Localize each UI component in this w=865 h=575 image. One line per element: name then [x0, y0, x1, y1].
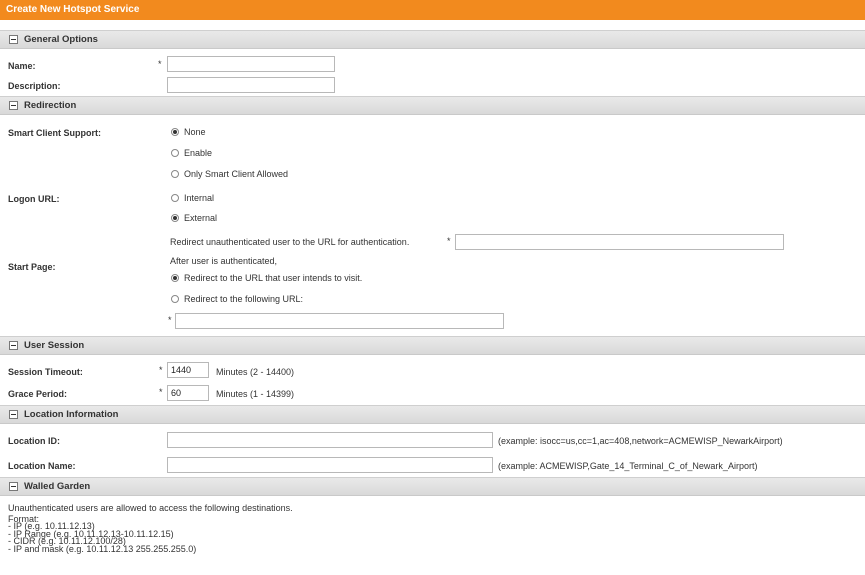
option-label: Internal: [184, 193, 215, 203]
radio-selected-icon[interactable]: [171, 128, 179, 136]
radio-icon[interactable]: [171, 295, 179, 303]
logon-url-option-internal[interactable]: Internal: [171, 193, 214, 203]
required-mark: *: [159, 365, 163, 375]
radio-icon[interactable]: [171, 149, 179, 157]
start-page-option-intended[interactable]: Redirect to the URL that user intends to…: [171, 273, 362, 283]
radio-icon[interactable]: [171, 194, 179, 202]
required-mark: *: [159, 387, 163, 397]
grace-period-label: Grace Period:: [8, 389, 68, 399]
section-title: Redirection: [24, 100, 77, 111]
required-mark: *: [447, 236, 451, 246]
smart-client-label: Smart Client Support:: [8, 128, 102, 138]
option-label: Enable: [184, 148, 213, 158]
smart-client-option-none[interactable]: None: [171, 127, 206, 137]
session-timeout-field[interactable]: [167, 362, 209, 378]
option-label: Redirect to the following URL:: [184, 294, 304, 304]
logon-url-label: Logon URL:: [8, 194, 60, 204]
required-mark: *: [168, 315, 172, 325]
section-title: Location Information: [24, 409, 119, 420]
option-label: Only Smart Client Allowed: [184, 169, 289, 179]
start-page-option-following[interactable]: Redirect to the following URL:: [171, 294, 303, 304]
location-name-example: (example: ACMEWISP,Gate_14_Terminal_C_of…: [498, 461, 758, 471]
redirect-url-field[interactable]: [455, 234, 784, 250]
radio-selected-icon[interactable]: [171, 274, 179, 282]
section-general-options: General Options: [0, 30, 865, 49]
start-page-url-field[interactable]: [175, 313, 504, 329]
smart-client-option-only[interactable]: Only Smart Client Allowed: [171, 169, 288, 179]
description-label: Description:: [8, 81, 61, 91]
grace-period-hint: Minutes (1 - 14399): [216, 389, 295, 399]
collapse-icon[interactable]: [9, 101, 18, 110]
start-page-label: Start Page:: [8, 262, 56, 272]
location-id-label: Location ID:: [8, 436, 60, 446]
section-title: Walled Garden: [24, 481, 91, 492]
section-title: General Options: [24, 34, 98, 45]
required-mark: *: [158, 59, 162, 69]
option-label: Redirect to the URL that user intends to…: [184, 273, 363, 283]
session-timeout-label: Session Timeout:: [8, 367, 83, 377]
option-label: None: [184, 127, 206, 137]
collapse-icon[interactable]: [9, 341, 18, 350]
redirect-description: Redirect unauthenticated user to the URL…: [170, 237, 410, 247]
section-title: User Session: [24, 340, 85, 351]
section-user-session: User Session: [0, 336, 865, 355]
radio-selected-icon[interactable]: [171, 214, 179, 222]
start-page-intro: After user is authenticated,: [170, 256, 278, 266]
collapse-icon[interactable]: [9, 410, 18, 419]
radio-icon[interactable]: [171, 170, 179, 178]
location-id-example: (example: isocc=us,cc=1,ac=408,network=A…: [498, 436, 783, 446]
section-redirection: Redirection: [0, 96, 865, 115]
page-title: Create New Hotspot Service: [0, 0, 865, 20]
location-name-field[interactable]: [167, 457, 493, 473]
help-line: Unauthenticated users are allowed to acc…: [8, 503, 293, 513]
location-name-label: Location Name:: [8, 461, 76, 471]
grace-period-field[interactable]: [167, 385, 209, 401]
smart-client-option-enable[interactable]: Enable: [171, 148, 212, 158]
description-field[interactable]: [167, 77, 335, 93]
name-field[interactable]: [167, 56, 335, 72]
option-label: External: [184, 213, 218, 223]
location-id-field[interactable]: [167, 432, 493, 448]
session-timeout-hint: Minutes (2 - 14400): [216, 367, 295, 377]
section-walled-garden: Walled Garden: [0, 477, 865, 496]
name-label: Name:: [8, 61, 36, 71]
help-line: - IP and mask (e.g. 10.11.12.13 255.255.…: [8, 543, 197, 554]
walled-garden-help: Unauthenticated users are allowed to acc…: [8, 503, 293, 554]
logon-url-option-external[interactable]: External: [171, 213, 217, 223]
collapse-icon[interactable]: [9, 35, 18, 44]
section-location-information: Location Information: [0, 405, 865, 424]
collapse-icon[interactable]: [9, 482, 18, 491]
